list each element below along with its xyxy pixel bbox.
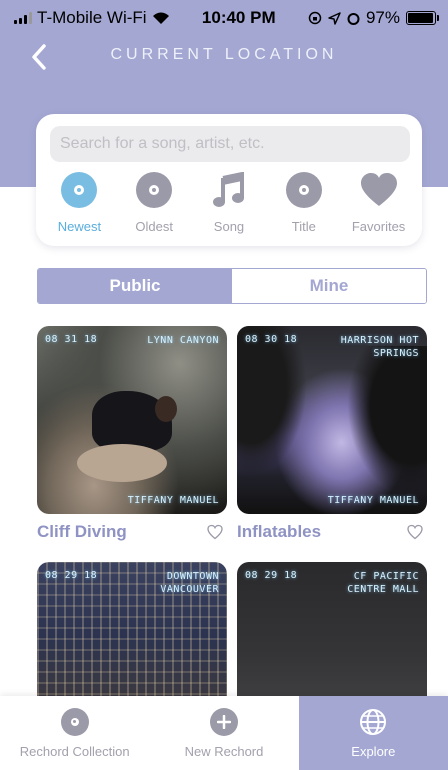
filter-newest[interactable]: Newest — [44, 170, 114, 234]
rock — [77, 444, 167, 482]
filter-label: Title — [291, 219, 316, 234]
wifi-icon — [152, 12, 169, 24]
nav-explore[interactable]: Explore — [298, 696, 448, 770]
card-artist: TIFFANY MANUEL — [327, 495, 419, 506]
alarm-icon — [347, 12, 360, 25]
card-title: Cliff Diving — [37, 522, 127, 541]
card-footer: Inflatables — [237, 522, 427, 542]
tab-mine[interactable]: Mine — [232, 269, 426, 303]
person-head — [155, 396, 177, 422]
card-location: LYNN CANYON — [147, 335, 219, 346]
page-title: CURRENT LOCATION — [110, 46, 338, 63]
status-time: 10:40 PM — [201, 8, 276, 27]
plus-circle-icon — [209, 707, 238, 736]
globe-icon — [360, 708, 387, 735]
sort-filters: Newest Oldest Song Title Favorites — [36, 170, 422, 234]
filter-oldest[interactable]: Oldest — [119, 170, 189, 234]
filter-label: Favorites — [351, 219, 406, 234]
nav-rechord-collection[interactable]: Rechord Collection — [0, 696, 149, 770]
card-location: HARRISON HOT SPRINGS — [340, 335, 419, 359]
screen-lock-icon — [308, 11, 322, 25]
filter-song[interactable]: Song — [194, 170, 264, 234]
rechord-photo: 08 30 18 HARRISON HOT SPRINGS TIFFANY MA… — [237, 326, 427, 514]
nav-label: Rechord Collection — [19, 743, 130, 759]
filter-label: Song — [213, 219, 245, 234]
bottom-tab-bar: Rechord Collection New Rechord Explore — [0, 696, 448, 770]
search-input[interactable] — [50, 126, 410, 162]
signal-icon — [14, 12, 32, 24]
nav-new-rechord[interactable]: New Rechord — [149, 696, 298, 770]
status-left: T-Mobile Wi-Fi — [14, 8, 170, 28]
battery-level — [407, 13, 434, 23]
battery-icon — [405, 11, 439, 25]
status-right: 97% — [308, 8, 439, 28]
nav-label: New Rechord — [184, 743, 264, 759]
filter-label: Newest — [57, 219, 102, 234]
filter-title[interactable]: Title — [269, 170, 339, 234]
disc-icon — [61, 172, 98, 208]
rechord-card[interactable]: 08 30 18 HARRISON HOT SPRINGS TIFFANY MA… — [237, 326, 427, 542]
card-date: 08 29 18 — [245, 570, 298, 581]
app-screen: T-Mobile Wi-Fi 10:40 PM 97% CURRENT LOCA… — [0, 0, 448, 770]
tree-right — [347, 346, 427, 496]
heart-outline-icon[interactable] — [207, 524, 223, 540]
card-footer: Cliff Diving — [37, 522, 227, 542]
rechord-card[interactable]: 08 31 18 LYNN CANYON TIFFANY MANUEL Clif… — [37, 326, 227, 542]
status-bar: T-Mobile Wi-Fi 10:40 PM 97% — [0, 0, 448, 36]
filter-label: Oldest — [135, 219, 173, 234]
location-arrow-icon — [328, 11, 341, 25]
card-location: CF PACIFIC CENTRE MALL — [347, 571, 419, 595]
card-artist: TIFFANY MANUEL — [127, 495, 219, 506]
carrier-label: T-Mobile Wi-Fi — [37, 8, 147, 27]
tree-left — [237, 326, 307, 476]
visibility-segmented-control: Public Mine — [37, 268, 427, 304]
heart-icon — [360, 173, 397, 206]
card-title: Inflatables — [237, 522, 322, 541]
disc-icon — [136, 172, 173, 208]
filter-favorites[interactable]: Favorites — [344, 170, 414, 234]
disc-icon — [285, 172, 322, 208]
rechord-photo: 08 31 18 LYNN CANYON TIFFANY MANUEL — [37, 326, 227, 514]
music-note-icon — [212, 172, 244, 207]
card-date: 08 29 18 — [45, 570, 98, 581]
card-date: 08 30 18 — [245, 334, 298, 345]
search-card: Newest Oldest Song — [36, 114, 422, 246]
card-date: 08 31 18 — [45, 334, 98, 345]
nav-label: Explore — [351, 743, 396, 759]
disc-icon — [60, 707, 89, 736]
card-location: DOWNTOWN VANCOUVER — [160, 571, 219, 595]
tab-public[interactable]: Public — [38, 269, 232, 303]
heart-outline-icon[interactable] — [407, 524, 423, 540]
battery-percent: 97% — [365, 8, 400, 27]
